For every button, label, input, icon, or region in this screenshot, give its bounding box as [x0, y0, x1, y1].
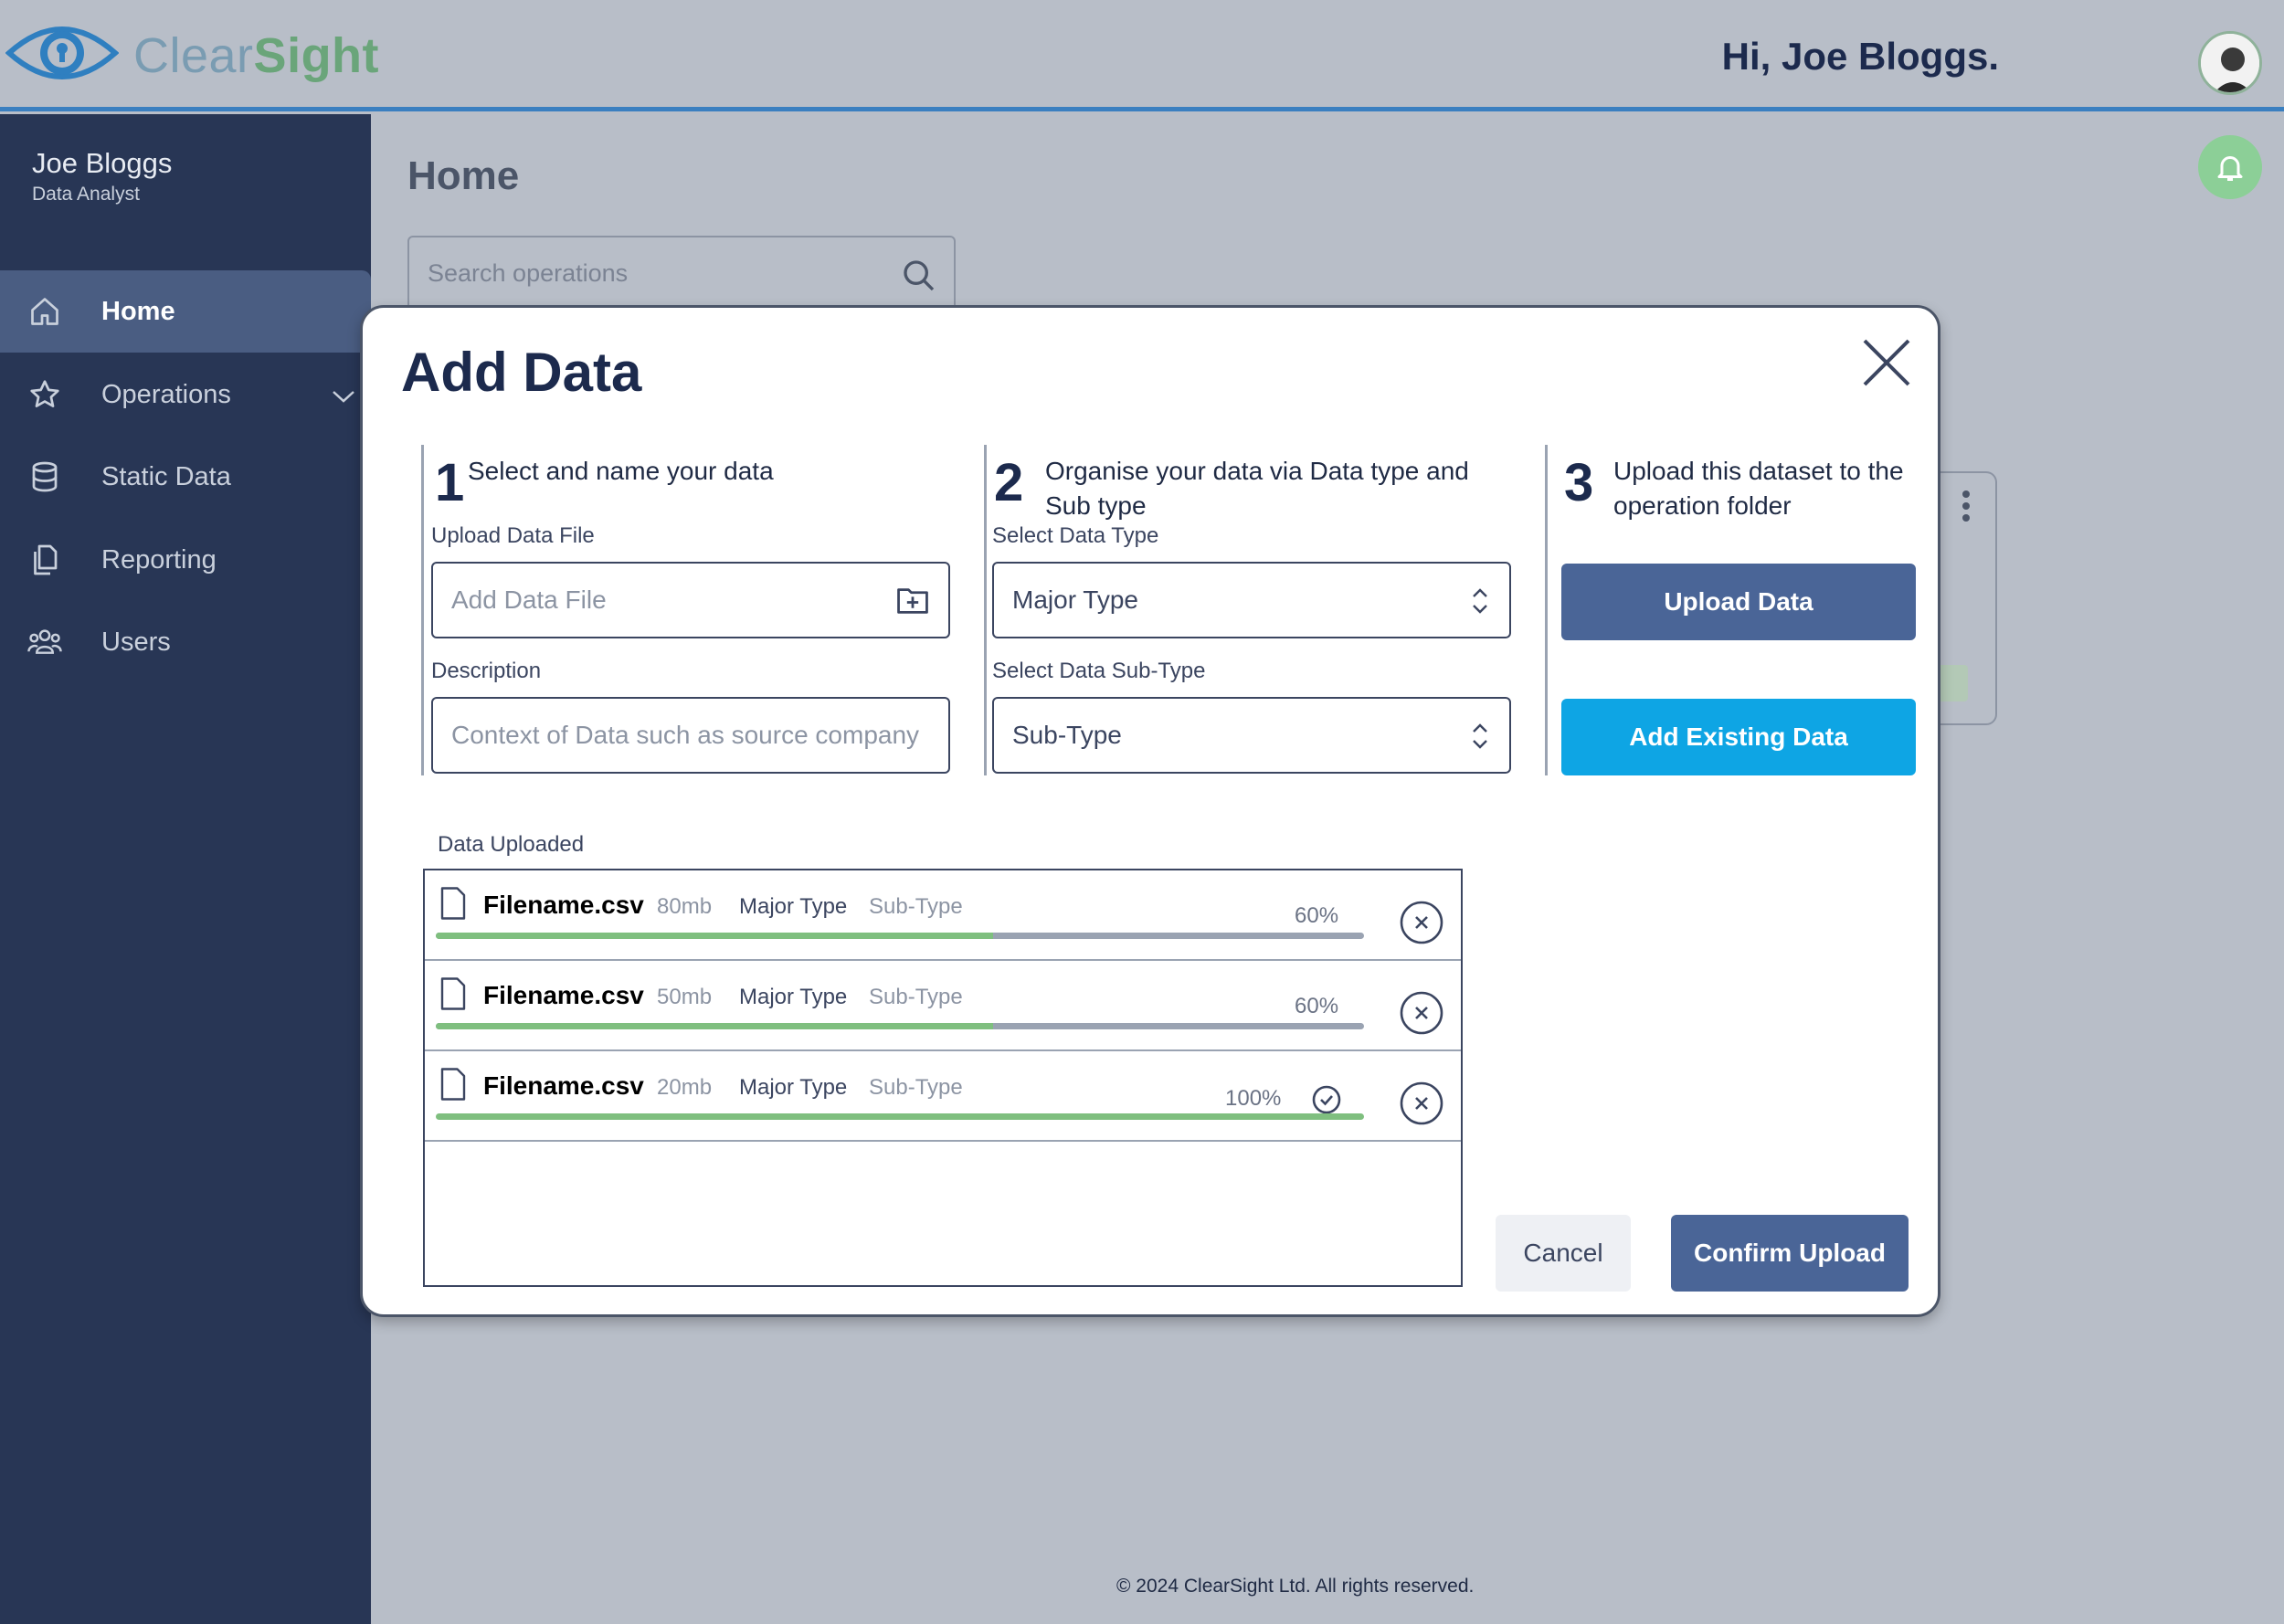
- step-2-column: 2 Organise your data via Data type and S…: [984, 445, 1523, 775]
- file-name: Filename.csv: [483, 891, 644, 919]
- progress-fill: [436, 933, 993, 939]
- sidebar-item-operations[interactable]: Operations: [0, 353, 371, 436]
- uploaded-file-row: Filename.csv 50mb Major Type Sub-Type 60…: [425, 961, 1461, 1051]
- add-data-file-field[interactable]: Add Data File: [431, 562, 950, 638]
- brand-name: ClearSight: [133, 27, 380, 83]
- add-existing-data-button[interactable]: Add Existing Data: [1561, 699, 1916, 775]
- select-value: Sub-Type: [1012, 721, 1122, 749]
- sidebar-user-role: Data Analyst: [32, 184, 140, 205]
- file-type: Major Type: [739, 985, 848, 1009]
- description-label: Description: [431, 659, 542, 683]
- file-size: 50mb: [657, 985, 713, 1009]
- sidebar-item-home[interactable]: Home: [0, 270, 371, 353]
- file-type: Major Type: [739, 1075, 848, 1100]
- progress-fill: [436, 1113, 1364, 1120]
- file-icon: [439, 1068, 467, 1105]
- star-icon: [26, 376, 63, 413]
- notification-bell-icon[interactable]: [2198, 135, 2262, 199]
- remove-file-icon[interactable]: [1399, 990, 1444, 1040]
- progress-bar: [436, 1023, 1364, 1029]
- progress-percent: 100%: [1225, 1086, 1282, 1111]
- cancel-button[interactable]: Cancel: [1496, 1215, 1631, 1292]
- users-icon: [26, 624, 63, 660]
- sidebar-item-label: Users: [101, 627, 171, 657]
- file-subtype: Sub-Type: [869, 894, 963, 919]
- progress-fill: [436, 1023, 993, 1029]
- uploaded-files-list: Filename.csv 80mb Major Type Sub-Type 60…: [423, 869, 1463, 1287]
- confirm-upload-button[interactable]: Confirm Upload: [1671, 1215, 1909, 1292]
- field-placeholder: Context of Data such as source company: [451, 721, 920, 749]
- step-1-column: 1 Select and name your data Upload Data …: [421, 445, 960, 775]
- file-name: Filename.csv: [483, 981, 644, 1009]
- file-subtype: Sub-Type: [869, 1075, 963, 1100]
- modal-title: Add Data: [401, 342, 642, 403]
- step-text: Select and name your data: [468, 457, 774, 485]
- page-title: Home: [407, 153, 520, 198]
- file-subtype: Sub-Type: [869, 985, 963, 1009]
- search-icon[interactable]: [901, 258, 937, 299]
- uploaded-file-row: Filename.csv 20mb Major Type Sub-Type 10…: [425, 1051, 1461, 1142]
- file-icon: [439, 977, 467, 1015]
- progress-percent: 60%: [1295, 994, 1339, 1018]
- remove-file-icon[interactable]: [1399, 900, 1444, 950]
- sidebar-item-reporting[interactable]: Reporting: [0, 519, 371, 601]
- database-icon: [26, 459, 63, 495]
- home-icon: [26, 293, 63, 330]
- file-name: Filename.csv: [483, 1071, 644, 1100]
- sub-type-label: Select Data Sub-Type: [992, 659, 1206, 683]
- clearsight-logo[interactable]: ClearSight: [5, 18, 379, 92]
- sidebar-item-static-data[interactable]: Static Data: [0, 436, 371, 518]
- data-uploaded-label: Data Uploaded: [438, 832, 585, 857]
- upload-file-label: Upload Data File: [431, 523, 595, 548]
- sidebar-item-label: Operations: [101, 379, 231, 409]
- search-placeholder: Search operations: [428, 259, 629, 287]
- sidebar: Joe Bloggs Data Analyst Home Operations …: [0, 114, 371, 1624]
- step-number: 3: [1564, 453, 1594, 512]
- top-bar: ClearSight Hi, Joe Bloggs.: [0, 0, 2284, 111]
- select-value: Major Type: [1012, 585, 1138, 614]
- chevron-down-icon[interactable]: [331, 383, 356, 413]
- step-text: Organise your data via Data type and Sub…: [1045, 457, 1469, 520]
- search-input[interactable]: Search operations: [407, 236, 956, 312]
- file-size: 20mb: [657, 1075, 713, 1100]
- close-icon[interactable]: [1861, 337, 1912, 393]
- sidebar-item-label: Reporting: [101, 544, 217, 575]
- file-size: 80mb: [657, 894, 713, 919]
- data-type-label: Select Data Type: [992, 523, 1159, 548]
- select-arrows-icon: [1469, 585, 1491, 621]
- field-placeholder: Add Data File: [451, 585, 607, 614]
- description-field[interactable]: Context of Data such as source company: [431, 697, 950, 774]
- documents-icon: [26, 542, 63, 578]
- eye-logo-icon: [5, 18, 120, 92]
- step-number: 2: [994, 453, 1024, 512]
- step-number: 1: [435, 453, 465, 512]
- file-icon: [439, 887, 467, 924]
- progress-bar: [436, 933, 1364, 939]
- sidebar-item-label: Static Data: [101, 461, 231, 491]
- progress-percent: 60%: [1295, 903, 1339, 928]
- folder-plus-icon[interactable]: [895, 585, 930, 621]
- footer-copyright: © 2024 ClearSight Ltd. All rights reserv…: [1116, 1576, 1475, 1597]
- progress-bar: [436, 1113, 1364, 1120]
- sidebar-user-name: Joe Bloggs: [32, 147, 173, 179]
- avatar[interactable]: [2198, 31, 2262, 95]
- user-greeting: Hi, Joe Bloggs.: [1721, 35, 1999, 78]
- upload-data-button[interactable]: Upload Data: [1561, 564, 1916, 640]
- step-text: Upload this dataset to the operation fol…: [1613, 457, 1904, 520]
- sidebar-item-label: Home: [101, 296, 175, 326]
- sub-type-select[interactable]: Sub-Type: [992, 697, 1511, 774]
- sidebar-item-users[interactable]: Users: [0, 601, 371, 683]
- remove-file-icon[interactable]: [1399, 1081, 1444, 1131]
- file-type: Major Type: [739, 894, 848, 919]
- select-arrows-icon: [1469, 721, 1491, 756]
- add-data-modal: Add Data 1 Select and name your data Upl…: [360, 305, 1940, 1317]
- data-type-select[interactable]: Major Type: [992, 562, 1511, 638]
- background-card-chip: [1937, 665, 1968, 701]
- uploaded-file-row: Filename.csv 80mb Major Type Sub-Type 60…: [425, 870, 1461, 961]
- kebab-menu-icon[interactable]: [1961, 490, 1972, 527]
